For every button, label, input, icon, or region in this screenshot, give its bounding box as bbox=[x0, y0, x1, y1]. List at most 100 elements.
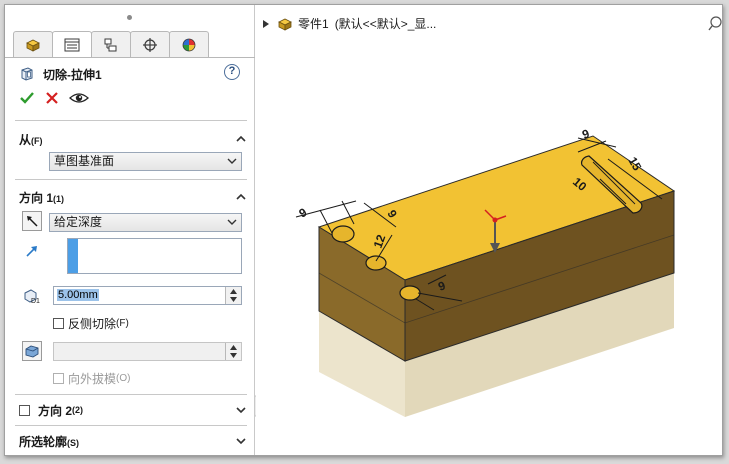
tab-dimxpert-manager[interactable] bbox=[130, 31, 170, 57]
feature-tree-breadcrumb[interactable]: 零件1 (默认<<默认>_显... bbox=[262, 15, 436, 32]
dimension-label: 9 bbox=[297, 205, 310, 221]
direction1-section-key: (1) bbox=[53, 193, 65, 204]
from-section-header[interactable]: 从(F) bbox=[19, 130, 247, 148]
block-top-face bbox=[317, 135, 676, 281]
draft-icon bbox=[25, 345, 39, 358]
spin-down-button[interactable] bbox=[226, 295, 241, 303]
panel-grip[interactable] bbox=[127, 15, 132, 20]
end-condition-select[interactable]: 给定深度 bbox=[49, 213, 242, 232]
direction1-section-header[interactable]: 方向 1(1) bbox=[19, 188, 247, 206]
caret-up-icon bbox=[230, 288, 237, 294]
depth-input[interactable]: 5.00mm bbox=[53, 286, 242, 305]
direction2-checkbox[interactable] bbox=[19, 404, 30, 416]
cancel-x-icon[interactable] bbox=[45, 91, 59, 105]
preview-eye-icon[interactable] bbox=[69, 91, 89, 105]
reverse-direction-icon bbox=[27, 216, 38, 227]
caret-down-icon bbox=[230, 352, 237, 358]
draft-outward-box[interactable] bbox=[53, 373, 64, 384]
depth-d1-icon: D1 bbox=[24, 289, 40, 305]
flip-side-checkbox[interactable]: 反侧切除 (F) bbox=[53, 315, 129, 332]
view-tool-icon[interactable] bbox=[708, 15, 722, 31]
selected-contours-key: (S) bbox=[67, 437, 80, 448]
tabs-divider bbox=[5, 57, 255, 58]
chevron-down-icon[interactable] bbox=[235, 404, 247, 416]
list-selection-marker bbox=[68, 239, 78, 273]
selected-contours-label: 所选轮廓 bbox=[19, 434, 68, 449]
hole-3 bbox=[399, 285, 421, 301]
draft-spinner[interactable] bbox=[225, 343, 241, 360]
graphics-area[interactable]: 零件1 (默认<<默认>_显... 9 9 12 9 9 15 10 bbox=[256, 5, 723, 455]
dimension-label: 9 bbox=[384, 208, 400, 221]
tab-feature-manager[interactable] bbox=[13, 31, 53, 57]
section-divider bbox=[15, 394, 247, 395]
block-front-face bbox=[318, 226, 406, 362]
dimension-label: 15 bbox=[625, 155, 644, 174]
chevron-down-icon[interactable] bbox=[235, 435, 247, 447]
flip-side-box[interactable] bbox=[53, 318, 64, 329]
draft-outward-checkbox[interactable]: 向外拔模 (O) bbox=[53, 370, 130, 387]
reverse-direction-button[interactable] bbox=[22, 211, 42, 231]
property-manager-icon bbox=[64, 38, 80, 52]
part-model-3d[interactable]: 9 9 12 9 9 15 10 bbox=[256, 5, 723, 455]
start-condition-select[interactable]: 草图基准面 bbox=[49, 152, 242, 171]
hole-1 bbox=[331, 225, 355, 243]
chevron-up-icon[interactable] bbox=[235, 133, 247, 145]
manager-tabs bbox=[13, 31, 209, 58]
caret-up-icon bbox=[230, 344, 237, 350]
dimension-label: 12 bbox=[371, 232, 389, 250]
chevron-up-icon[interactable] bbox=[235, 191, 247, 203]
from-section-key: (F) bbox=[31, 135, 43, 146]
help-button[interactable]: ? bbox=[224, 64, 240, 80]
depth-spinner[interactable] bbox=[225, 287, 241, 304]
part-icon bbox=[278, 18, 292, 31]
from-section-label: 从 bbox=[19, 132, 32, 147]
tab-property-manager[interactable] bbox=[52, 31, 92, 58]
direction2-section-header[interactable]: 方向 2 (2) bbox=[19, 401, 247, 419]
direction-vector-label bbox=[22, 241, 42, 261]
slot-outline bbox=[581, 155, 643, 214]
part-name: 零件1 bbox=[298, 17, 329, 31]
display-manager-icon bbox=[182, 38, 196, 51]
spin-up-button[interactable] bbox=[226, 287, 241, 295]
tab-configuration-manager[interactable] bbox=[91, 31, 131, 57]
chevron-down-icon bbox=[227, 219, 237, 225]
base-body-right bbox=[405, 250, 674, 417]
tab-display-manager[interactable] bbox=[169, 31, 209, 57]
base-body-front bbox=[319, 275, 405, 417]
feature-title-bar: 切除-拉伸1 bbox=[19, 65, 102, 83]
direction-reference-list[interactable] bbox=[67, 238, 242, 274]
ok-check-icon[interactable] bbox=[19, 91, 35, 105]
flip-side-key: (F) bbox=[116, 318, 129, 329]
end-condition-value: 给定深度 bbox=[54, 215, 103, 229]
caret-down-icon bbox=[230, 296, 237, 302]
spin-up-button[interactable] bbox=[226, 343, 241, 351]
draft-toggle-button[interactable] bbox=[22, 341, 42, 361]
hole-2 bbox=[365, 255, 387, 271]
flip-side-label: 反侧切除 bbox=[68, 317, 117, 331]
block-right-face bbox=[404, 190, 675, 362]
depth-value: 5.00mm bbox=[57, 289, 99, 301]
solidworks-window: 切除-拉伸1 ? 从(F) 草图基准面 方向 1(1) 给定深度 D1 5.00… bbox=[4, 4, 723, 456]
direction-arrow-icon bbox=[26, 246, 37, 257]
selected-contours-section-header[interactable]: 所选轮廓(S) bbox=[19, 432, 247, 450]
depth-label: D1 bbox=[22, 286, 42, 306]
start-condition-value: 草图基准面 bbox=[54, 154, 115, 168]
dimxpert-icon bbox=[143, 37, 157, 52]
spin-down-button[interactable] bbox=[226, 351, 241, 359]
draft-outward-label: 向外拔模 bbox=[68, 372, 117, 386]
extruded-cut-icon bbox=[21, 67, 33, 81]
direction1-section-label: 方向 1 bbox=[19, 190, 54, 205]
draft-outward-key: (O) bbox=[116, 373, 131, 384]
chevron-down-icon bbox=[227, 158, 237, 164]
draft-angle-input[interactable] bbox=[53, 342, 242, 361]
configuration-manager-icon bbox=[104, 38, 117, 51]
feature-title: 切除-拉伸1 bbox=[43, 67, 102, 82]
action-buttons bbox=[19, 91, 89, 105]
section-divider bbox=[15, 120, 247, 121]
direction2-section-label: 方向 2 bbox=[38, 403, 73, 418]
property-manager-panel: 切除-拉伸1 ? 从(F) 草图基准面 方向 1(1) 给定深度 D1 5.00… bbox=[5, 5, 255, 455]
expand-triangle-icon[interactable] bbox=[262, 19, 270, 29]
dimension-label: 9 bbox=[580, 126, 591, 142]
direction2-section-key: (2) bbox=[72, 405, 84, 415]
svg-text:D1: D1 bbox=[31, 298, 40, 305]
